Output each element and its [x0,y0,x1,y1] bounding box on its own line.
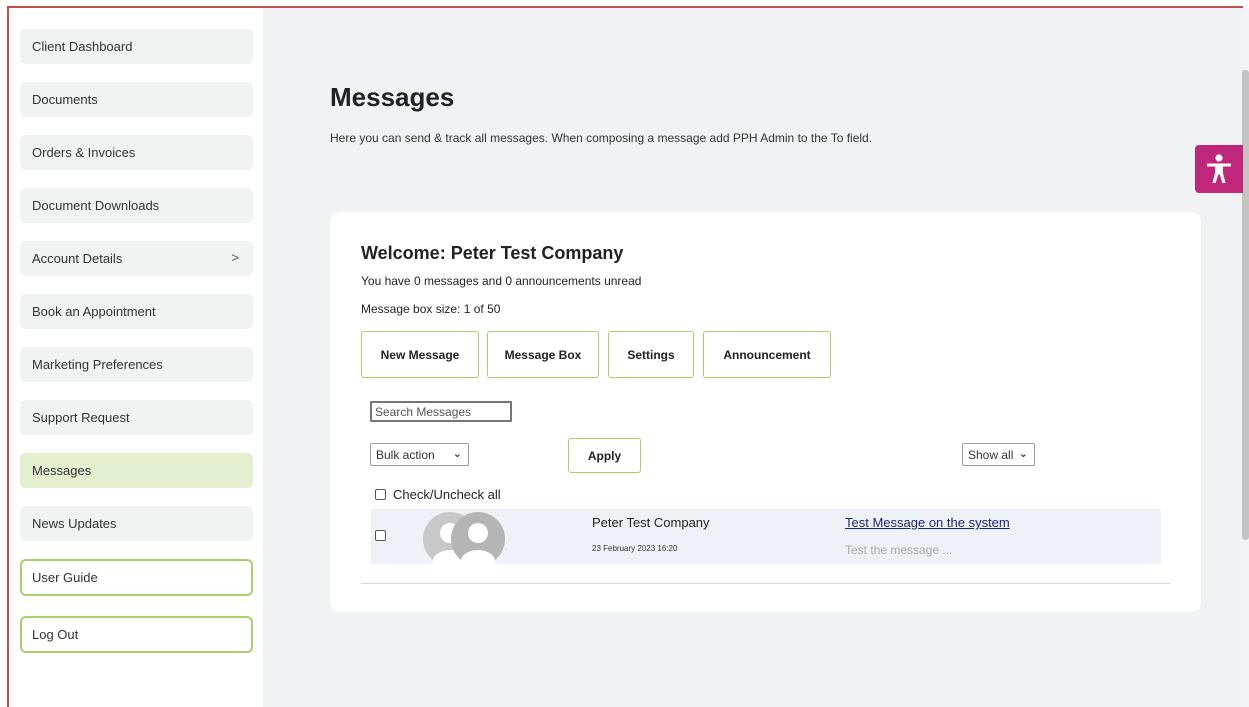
sidebar-item-user-guide[interactable]: User Guide [20,559,253,596]
sidebar-item-client-dashboard[interactable]: Client Dashboard [20,29,253,64]
page-title: Messages [330,82,455,112]
sidebar-item-orders-invoices[interactable]: Orders & Invoices [20,135,253,170]
accessibility-person-icon [1207,154,1231,183]
sidebar-item-support-request[interactable]: Support Request [20,400,253,435]
sidebar-item-label: Log Out [32,627,79,642]
message-subject-link[interactable]: Test Message on the system [845,515,1010,530]
divider [361,583,1170,584]
unread-count-text: You have 0 messages and 0 announcements … [361,274,642,288]
sidebar-item-book-appointment[interactable]: Book an Appointment [20,294,253,329]
settings-button[interactable]: Settings [608,331,694,378]
new-message-button[interactable]: New Message [361,331,479,378]
page-description: Here you can send & track all messages. … [330,131,873,145]
accessibility-button[interactable] [1195,145,1243,193]
sidebar-item-news-updates[interactable]: News Updates [20,506,253,541]
message-date: 23 February 2023 16:20 [592,544,678,553]
sidebar-item-label: Messages [32,463,92,478]
sidebar-item-log-out[interactable]: Log Out [20,616,253,653]
sidebar-item-documents[interactable]: Documents [20,82,253,117]
chevron-right-icon: > [231,250,239,265]
welcome-heading: Welcome: Peter Test Company [361,243,624,263]
chevron-down-icon: ⌄ [452,448,462,460]
search-messages-input[interactable] [370,401,512,422]
bulk-action-selected-value: Bulk action [376,447,435,462]
sidebar-item-document-downloads[interactable]: Document Downloads [20,188,253,223]
chevron-down-icon: ⌄ [1018,448,1028,460]
check-all-label: Check/Uncheck all [393,487,501,502]
sidebar-item-label: Orders & Invoices [32,145,136,160]
sidebar-item-label: Book an Appointment [32,304,156,319]
sidebar-item-account-details[interactable]: Account Details > [20,241,253,276]
message-box-size-text: Message box size: 1 of 50 [361,302,501,316]
scrollbar-thumb[interactable] [1242,70,1249,540]
sidebar-item-messages[interactable]: Messages [20,453,253,488]
sidebar-item-label: Account Details [32,251,123,266]
sidebar-item-label: Document Downloads [32,198,160,213]
message-sender: Peter Test Company [592,515,710,530]
check-all-checkbox[interactable] [375,489,386,500]
sidebar-item-label: User Guide [32,570,98,585]
bulk-action-select[interactable]: Bulk action ⌄ [370,443,469,466]
show-filter-select[interactable]: Show all ⌄ [962,443,1035,466]
sidebar-item-label: Marketing Preferences [32,357,163,372]
message-box-button[interactable]: Message Box [487,331,599,378]
sidebar-item-marketing-preferences[interactable]: Marketing Preferences [20,347,253,382]
default-avatar-icon [422,509,506,564]
sidebar-item-label: Support Request [32,410,130,425]
sidebar-item-label: News Updates [32,516,117,531]
message-row-checkbox[interactable] [375,530,386,541]
message-preview: Test the message ... [845,543,953,557]
apply-button[interactable]: Apply [568,438,641,473]
announcement-button[interactable]: Announcement [703,331,831,378]
sidebar-item-label: Client Dashboard [32,39,133,54]
sidebar-item-label: Documents [32,92,98,107]
show-filter-selected-value: Show all [968,447,1014,462]
